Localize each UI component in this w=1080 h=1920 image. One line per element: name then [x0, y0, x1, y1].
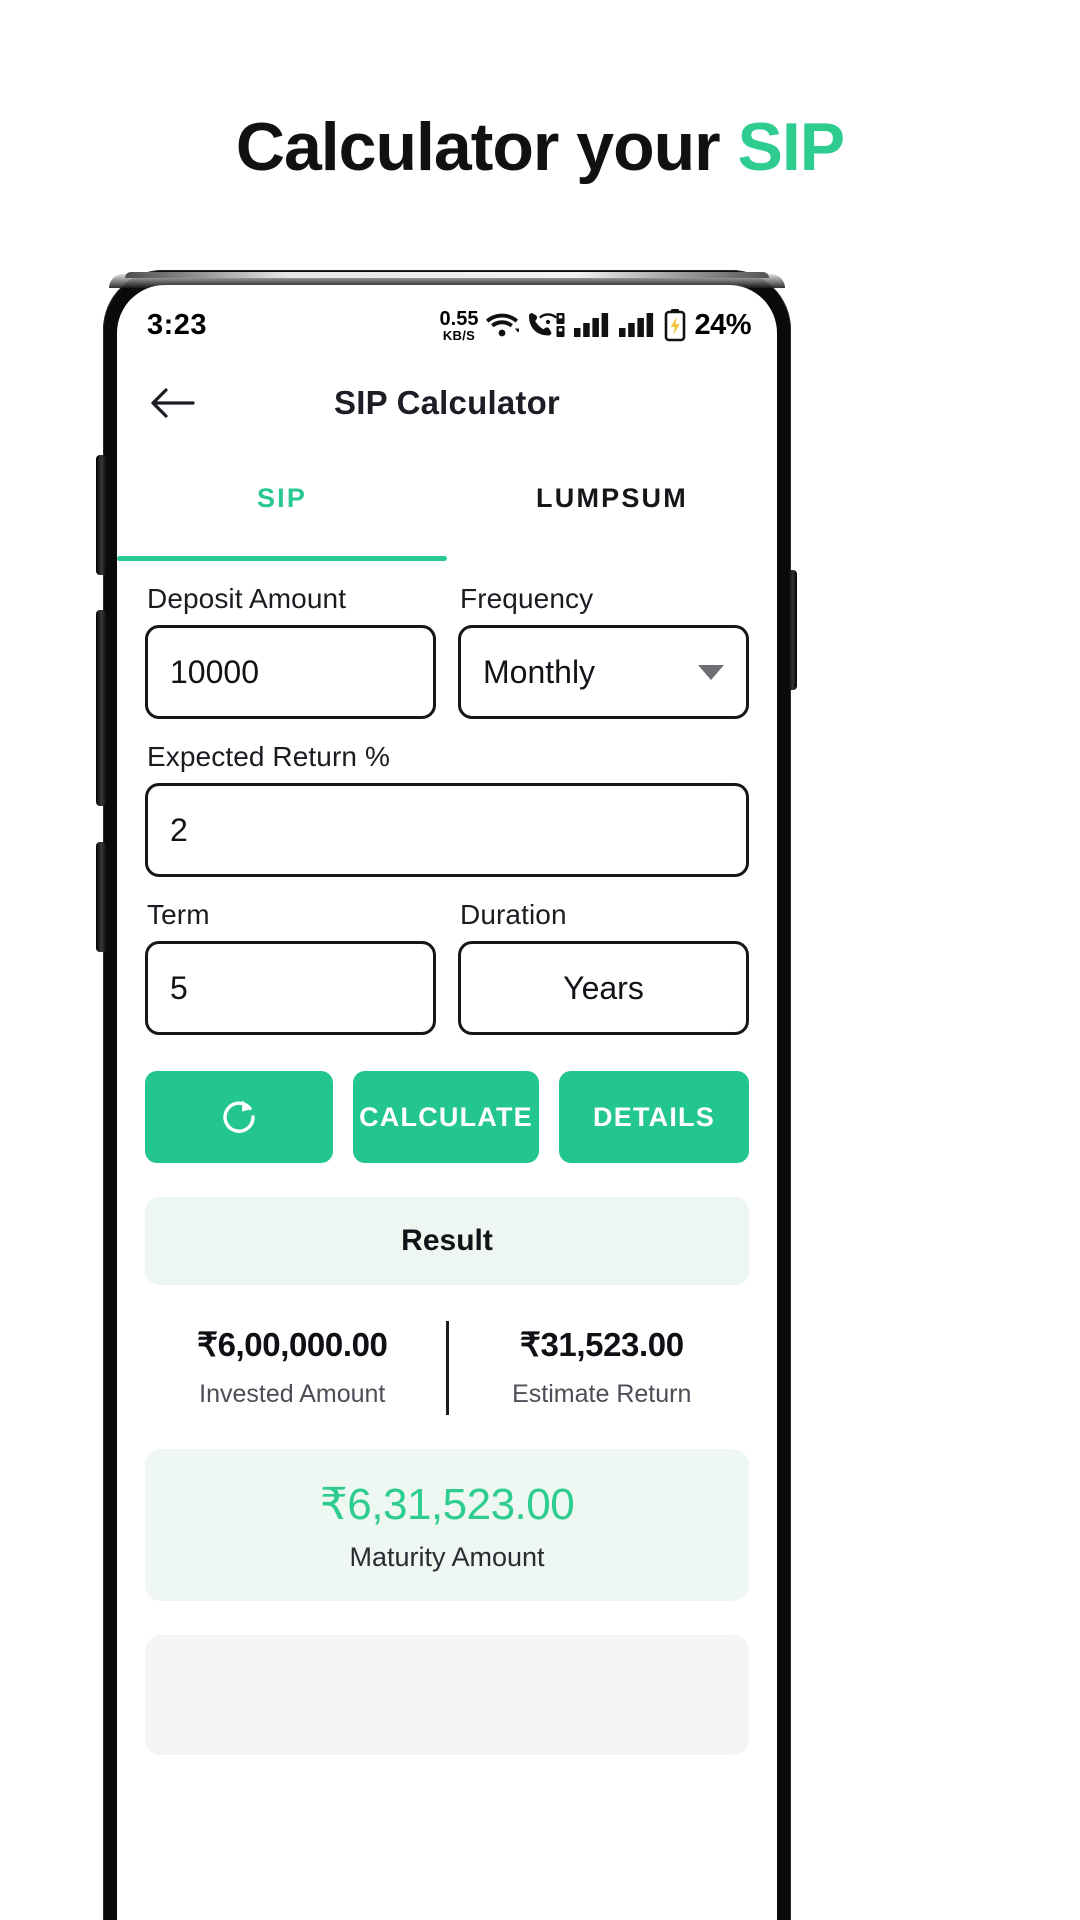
chevron-down-icon	[698, 664, 724, 680]
signal-bars-icon	[574, 313, 609, 337]
app-bar-title: SIP Calculator	[334, 384, 560, 421]
expected-return-input[interactable]: 2	[145, 783, 749, 877]
tab-sip[interactable]: SIP	[117, 469, 447, 561]
wifi-icon	[486, 313, 520, 337]
network-speed-indicator: 0.55 KB/S	[440, 309, 479, 342]
estimate-return-value: ₹31,523.00	[519, 1326, 684, 1363]
term-group: Term 5	[145, 877, 436, 1035]
app-bar: SIP Calculator	[117, 355, 777, 451]
status-bar-icons: 0.55 KB/S 24%	[440, 308, 752, 342]
result-summary-row: ₹6,00,000.00 Invested Amount ₹31,523.00 …	[145, 1321, 749, 1415]
phone-side-button-top	[96, 455, 106, 575]
estimate-return-block: ₹31,523.00 Estimate Return	[455, 1321, 750, 1415]
refresh-button[interactable]	[145, 1071, 333, 1163]
page-title-text: Calculator your	[235, 109, 738, 185]
frequency-label: Frequency	[460, 583, 594, 614]
back-button[interactable]	[145, 376, 199, 430]
expected-return-group: Expected Return % 2	[145, 719, 749, 877]
term-label: Term	[147, 899, 210, 930]
deposit-amount-input[interactable]: 10000	[145, 625, 436, 719]
status-bar: 3:23 0.55 KB/S 24%	[117, 285, 777, 355]
refresh-icon	[223, 1100, 255, 1133]
page-title-accent: SIP	[737, 109, 846, 185]
invested-amount-value: ₹6,00,000.00	[196, 1326, 388, 1363]
deposit-amount-label: Deposit Amount	[147, 583, 347, 614]
phone-side-button-bottom	[96, 842, 106, 952]
battery-charging-icon	[665, 309, 686, 342]
phone-side-button-right	[789, 570, 797, 690]
next-result-card	[145, 1635, 749, 1755]
maturity-amount-card: ₹6,31,523.00 Maturity Amount	[145, 1449, 749, 1601]
call-signal-icon	[529, 313, 565, 337]
maturity-amount-label: Maturity Amount	[349, 1542, 545, 1572]
result-divider	[445, 1321, 449, 1415]
duration-select[interactable]: Years	[458, 941, 749, 1035]
details-button[interactable]: DETAILS	[559, 1071, 749, 1163]
calculator-form: Deposit Amount 10000 Frequency Monthly E…	[117, 561, 777, 1755]
expected-return-label: Expected Return %	[147, 741, 390, 772]
battery-percentage: 24%	[694, 308, 751, 341]
network-speed-unit: KB/S	[442, 327, 476, 343]
expected-return-row: Expected Return % 2	[145, 719, 749, 877]
calculate-button[interactable]: CALCULATE	[353, 1071, 539, 1163]
page-title: Calculator your SIP	[0, 108, 1080, 186]
duration-label: Duration	[460, 899, 567, 930]
deposit-frequency-row: Deposit Amount 10000 Frequency Monthly	[145, 561, 749, 719]
phone-screen: 3:23 0.55 KB/S 24% SIP Calculator SIP LU…	[117, 285, 777, 1920]
duration-group: Duration Years	[458, 877, 749, 1035]
frequency-select[interactable]: Monthly	[458, 625, 749, 719]
tab-bar: SIP LUMPSUM	[117, 469, 777, 561]
deposit-amount-group: Deposit Amount 10000	[145, 561, 436, 719]
estimate-return-label: Estimate Return	[512, 1380, 692, 1408]
invested-amount-label: Invested Amount	[199, 1380, 386, 1408]
phone-frame-highlight	[125, 272, 769, 278]
back-arrow-icon	[151, 388, 195, 418]
frequency-group: Frequency Monthly	[458, 561, 749, 719]
network-speed-value: 0.55	[439, 307, 479, 330]
phone-side-button-middle	[96, 610, 106, 806]
term-duration-row: Term 5 Duration Years	[145, 877, 749, 1035]
invested-amount-block: ₹6,00,000.00 Invested Amount	[145, 1321, 440, 1415]
result-header: Result	[145, 1197, 749, 1285]
phone-mockup-frame: 3:23 0.55 KB/S 24% SIP Calculator SIP LU…	[96, 270, 797, 1920]
action-buttons: CALCULATE DETAILS	[145, 1071, 749, 1163]
tab-lumpsum[interactable]: LUMPSUM	[447, 469, 777, 561]
signal-bars-icon	[619, 313, 654, 337]
status-bar-time: 3:23	[147, 308, 208, 341]
maturity-amount-value: ₹6,31,523.00	[319, 1480, 575, 1529]
frequency-selected-value: Monthly	[483, 653, 596, 690]
page-root: Calculator your SIP 3:23 0.55 KB/S 24% S…	[0, 0, 1080, 1920]
term-input[interactable]: 5	[145, 941, 436, 1035]
